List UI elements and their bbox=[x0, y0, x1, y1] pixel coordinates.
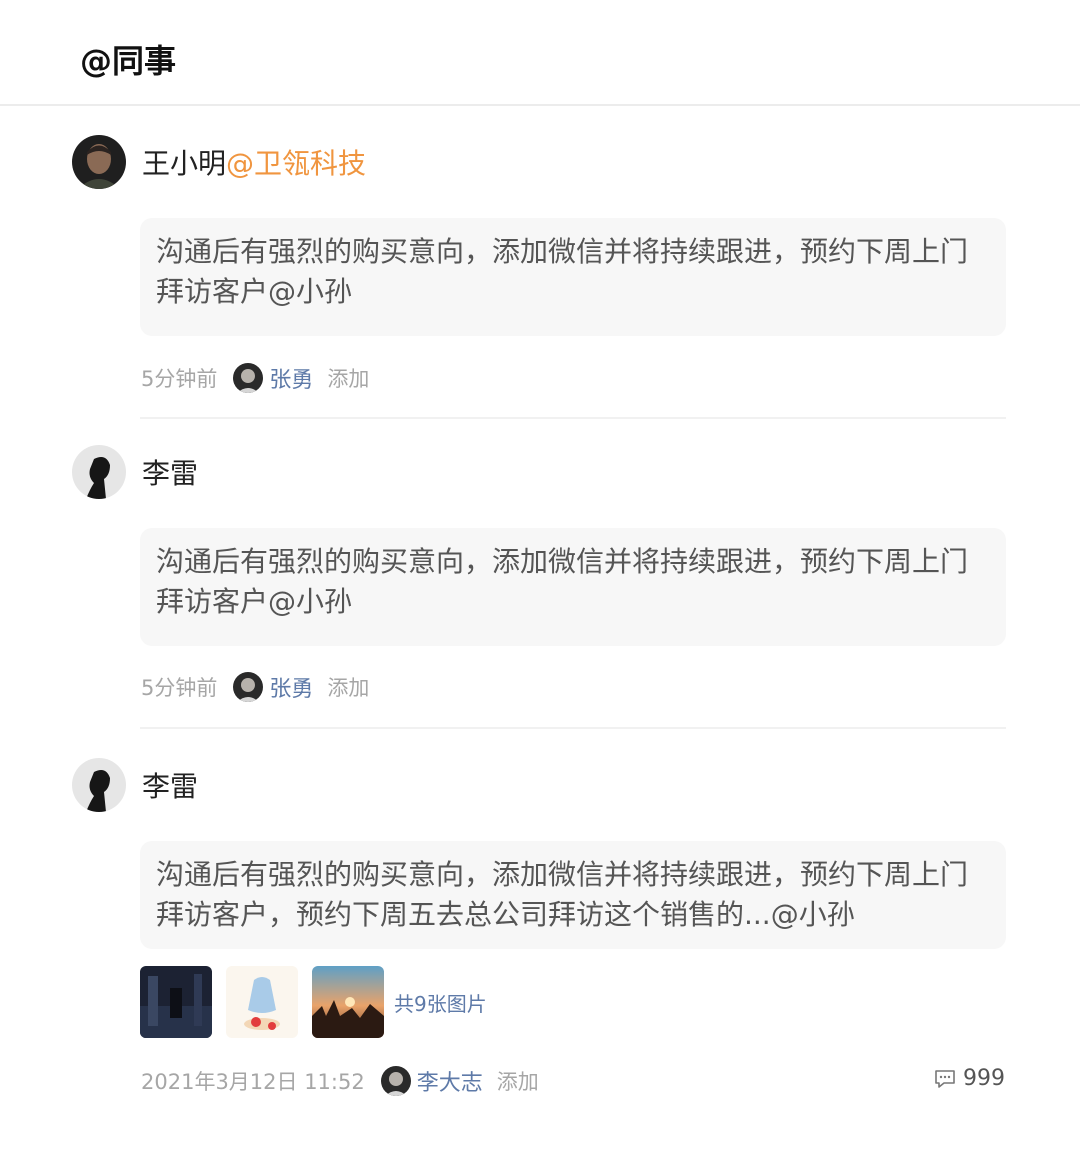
comment-button[interactable]: 999 bbox=[933, 1066, 1005, 1091]
comment-count: 999 bbox=[963, 1066, 1005, 1091]
header: @同事 bbox=[0, 0, 1080, 106]
divider bbox=[140, 417, 1006, 419]
note-meta: 2021年3月12日 11:52 李大志 添加 bbox=[141, 1064, 539, 1098]
note-content: 沟通后有强烈的购买意向，添加微信并将持续跟进，预约下周上门拜访客户@小孙 bbox=[140, 218, 1006, 336]
divider bbox=[140, 727, 1006, 729]
note-time: 2021年3月12日 11:52 bbox=[141, 1070, 365, 1094]
operator-avatar bbox=[380, 1066, 411, 1096]
author-company[interactable]: @卫瓴科技 bbox=[226, 142, 366, 182]
action-label: 添加 bbox=[496, 1070, 539, 1094]
action-label: 添加 bbox=[327, 367, 370, 391]
author-row: 李雷 bbox=[72, 758, 198, 812]
page-title: @同事 bbox=[80, 42, 177, 80]
comment-icon bbox=[933, 1068, 957, 1090]
author-name: 李雷 bbox=[142, 770, 199, 803]
image-count-link[interactable]: 共9张图片 bbox=[394, 988, 487, 1017]
avatar[interactable] bbox=[72, 135, 126, 189]
operator-name[interactable]: 张勇 bbox=[269, 671, 313, 703]
author-row: 李雷 bbox=[72, 445, 198, 499]
action-label: 添加 bbox=[327, 676, 370, 700]
operator-avatar bbox=[233, 363, 264, 393]
note-time: 5分钟前 bbox=[141, 676, 218, 700]
avatar[interactable] bbox=[72, 758, 126, 812]
note-content: 沟通后有强烈的购买意向，添加微信并将持续跟进，预约下周上门拜访客户，预约下周五去… bbox=[140, 841, 1006, 949]
note-time: 5分钟前 bbox=[141, 367, 218, 391]
author-name: 王小明 bbox=[142, 147, 227, 180]
author-name: 李雷 bbox=[142, 457, 199, 490]
image-thumbnail[interactable] bbox=[312, 966, 384, 1038]
operator-avatar bbox=[233, 672, 264, 702]
image-thumbnail[interactable] bbox=[226, 966, 298, 1038]
operator-name[interactable]: 李大志 bbox=[417, 1065, 483, 1097]
avatar[interactable] bbox=[72, 445, 126, 499]
author-row: 王小明 @卫瓴科技 bbox=[72, 135, 366, 189]
note-content: 沟通后有强烈的购买意向，添加微信并将持续跟进，预约下周上门拜访客户@小孙 bbox=[140, 528, 1006, 646]
note-meta: 5分钟前 张勇 添加 bbox=[141, 670, 369, 704]
image-gallery: 共9张图片 bbox=[140, 966, 487, 1038]
operator-name[interactable]: 张勇 bbox=[269, 362, 313, 394]
note-meta: 5分钟前 张勇 添加 bbox=[141, 361, 369, 395]
image-thumbnail[interactable] bbox=[140, 966, 212, 1038]
